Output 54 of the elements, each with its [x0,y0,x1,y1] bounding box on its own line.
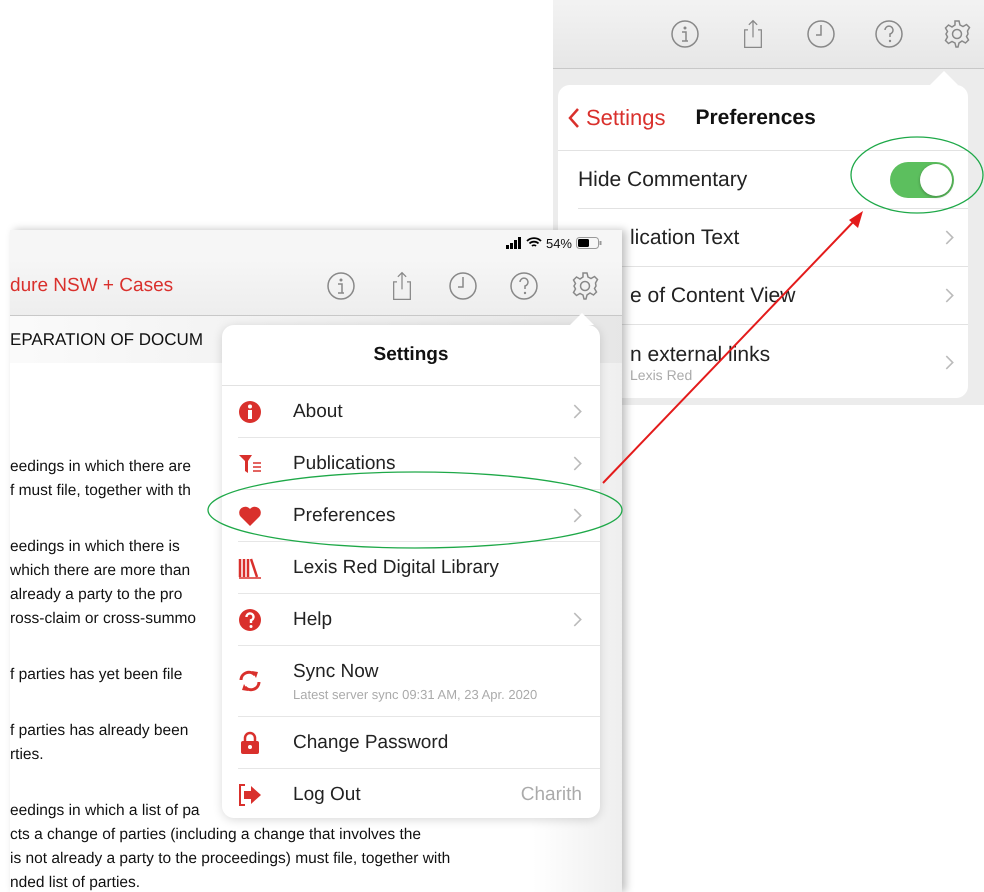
signal-icon [506,237,522,249]
lock-icon [238,730,262,754]
chevron-icon [945,288,954,303]
chevron-icon [945,355,954,370]
setting-subtitle: Lexis Red [630,366,694,382]
body-text-line: which there are more than [10,561,190,581]
settings-icon[interactable] [942,19,972,49]
toggle-switch[interactable] [890,162,954,198]
logout-icon [238,782,262,806]
body-text-line: cts a change of parties (including a change that involves the [10,825,422,845]
body-text-line: eedings in which there is [10,537,180,557]
menu-item[interactable]: Log Out Charith [238,769,600,820]
clock-icon[interactable] [806,19,836,49]
popover-title: Preferences [696,106,816,130]
body-text-line: already a party to the pro [10,585,182,605]
setting-label[interactable]: lication Text [630,226,740,250]
publication-title: dure NSW + Cases [10,274,174,296]
help-icon[interactable] [509,270,539,300]
books-icon [238,556,262,580]
menu-item[interactable]: Change Password [238,717,600,769]
setting-label[interactable]: n external links [630,342,770,366]
info-icon [238,400,262,424]
body-text-line: f parties has yet been file [10,665,182,685]
info-icon[interactable] [326,270,356,300]
body-text-line: eedings in which there are [10,457,191,477]
body-text-line: rties. [10,745,44,765]
popover-title: Settings [374,344,448,366]
body-text-line: eedings in which a list of pa [10,801,200,821]
body-text-line: nded list of parties. [10,873,140,892]
menu-item[interactable]: Lexis Red Digital Library [238,542,600,594]
body-text-line: f must file, together with th [10,481,191,501]
menu-item[interactable]: Preferences [238,490,600,542]
setting-label: Hide Commentary [578,168,748,192]
help-icon[interactable] [874,19,904,49]
settings-icon[interactable] [570,270,600,300]
menu-item[interactable]: Help [238,594,600,646]
back-chevron-icon [568,106,580,128]
chevron-icon [945,230,954,245]
clock-icon[interactable] [448,270,478,300]
wifi-icon [526,237,542,249]
menu-item[interactable]: About [238,386,600,438]
body-text-line: is not already a party to the proceedings) must file, together with [10,849,450,869]
menu-item[interactable]: Publications [238,438,600,490]
body-text-line: f parties has already been [10,721,188,741]
menu-item[interactable]: Sync Now Latest server sync 09:31 AM, 23 Apr. 2020 [238,646,600,717]
back-button[interactable]: Settings [568,104,666,130]
battery-icon [576,237,602,249]
info-icon[interactable] [670,19,700,49]
battery-percent: 54% [546,236,572,250]
help-icon [238,608,262,632]
body-text-line: ross-claim or cross-summo [10,609,196,629]
sync-icon [238,669,262,693]
section-heading: EPARATION OF DOCUM [10,330,203,350]
heart-icon [238,504,262,528]
